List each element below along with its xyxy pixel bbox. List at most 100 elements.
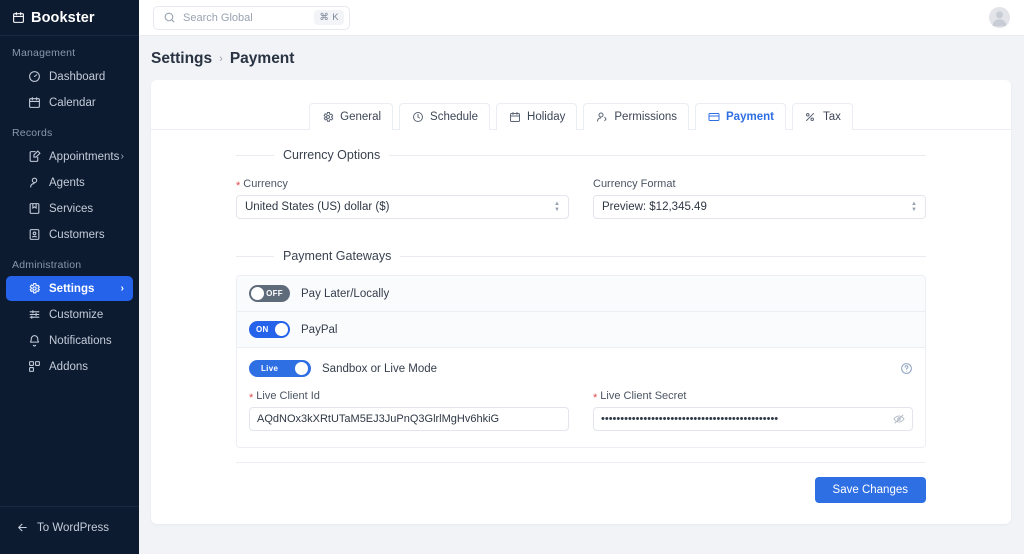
paypal-settings-panel: Live Sandbox or Live Mode * Live Client … — [237, 348, 925, 447]
sidebar-item-dashboard[interactable]: Dashboard — [6, 64, 133, 89]
eye-off-icon[interactable] — [893, 413, 905, 425]
currency-format-label: Currency Format — [593, 178, 676, 190]
percent-icon — [804, 110, 817, 123]
avatar[interactable] — [989, 7, 1010, 28]
sidebar-item-services[interactable]: Services — [6, 196, 133, 221]
sidebar-item-appointments[interactable]: Appointments › — [6, 144, 133, 169]
gauge-icon — [28, 70, 41, 83]
divider-left — [236, 255, 274, 257]
chevron-right-icon: › — [120, 151, 124, 162]
sidebar-item-label: Agents — [49, 176, 85, 189]
mode-label: Sandbox or Live Mode — [322, 362, 438, 375]
bell-icon — [28, 334, 41, 347]
sidebar-item-addons[interactable]: Addons — [6, 354, 133, 379]
note-edit-icon — [28, 150, 41, 163]
clock-icon — [411, 110, 424, 123]
currency-format-label-wrap: Currency Format — [593, 178, 926, 190]
question-circle-icon[interactable] — [900, 362, 913, 375]
stepper-arrows-icon: ▲ ▼ — [911, 200, 917, 213]
toggle-state-label: ON — [256, 325, 269, 334]
client-id-field: * Live Client Id AQdNOx3kXRtUTaM5EJ3JuPn… — [249, 390, 569, 431]
gear-icon — [28, 282, 41, 295]
tab-label: Schedule — [430, 110, 479, 123]
topbar: Search Global ⌘ K — [139, 0, 1024, 36]
breadcrumb: Settings › Payment — [139, 36, 1024, 80]
brand-logo[interactable]: Bookster — [0, 0, 139, 36]
search-input[interactable]: Search Global ⌘ K — [153, 5, 350, 30]
tab-general[interactable]: General — [309, 103, 394, 130]
currency-format-field: Currency Format Preview: $12,345.49 ▲ ▼ — [593, 178, 926, 219]
currency-format-value: Preview: $12,345.49 — [602, 201, 707, 213]
search-placeholder: Search Global — [183, 11, 253, 24]
client-id-value: AQdNOx3kXRtUTaM5EJ3JuPnQ3GlrlMgHv6hkiG — [257, 413, 500, 425]
client-secret-field: * Live Client Secret •••••••••••••••••••… — [593, 390, 913, 431]
sandbox-live-toggle[interactable]: Live — [249, 360, 311, 377]
client-secret-input[interactable]: ••••••••••••••••••••••••••••••••••••••••… — [593, 407, 913, 431]
divider-left — [236, 154, 274, 156]
sidebar-section-records: Records — [12, 127, 53, 139]
required-marker: * — [236, 179, 241, 192]
save-button[interactable]: Save Changes — [814, 477, 926, 503]
to-wordpress-link[interactable]: To WordPress — [0, 517, 139, 538]
currency-section-header: Currency Options — [236, 148, 926, 162]
sidebar-item-label: Calendar — [49, 96, 96, 109]
form-actions: Save Changes — [236, 477, 926, 503]
currency-value: United States (US) dollar ($) — [245, 201, 390, 213]
tab-label: Permissions — [614, 110, 678, 123]
currency-fields-row: * Currency United States (US) dollar ($)… — [236, 178, 926, 219]
tab-tax[interactable]: Tax — [791, 103, 853, 130]
pay-later-toggle[interactable]: OFF — [249, 285, 290, 302]
tab-label: Tax — [822, 110, 841, 123]
sidebar-item-customers[interactable]: Customers — [6, 222, 133, 247]
tab-holiday[interactable]: Holiday — [496, 103, 578, 130]
sidebar-item-agents[interactable]: Agents — [6, 170, 133, 195]
app-root: Bookster Management Dashboard Calendar R… — [0, 0, 1024, 554]
client-id-label-wrap: * Live Client Id — [249, 390, 569, 404]
tab-payment[interactable]: Payment — [695, 103, 786, 130]
divider-right — [400, 255, 926, 257]
brand-label: Bookster — [31, 9, 95, 26]
gateway-label: PayPal — [301, 323, 338, 336]
sidebar-section-administration: Administration — [12, 259, 82, 271]
arrow-left-icon — [16, 521, 29, 534]
calendar-icon — [12, 11, 25, 24]
stepper-arrows-icon: ▲ ▼ — [554, 200, 560, 213]
currency-format-select[interactable]: Preview: $12,345.49 ▲ ▼ — [593, 195, 926, 219]
sidebar-item-notifications[interactable]: Notifications — [6, 328, 133, 353]
search-icon — [163, 11, 176, 24]
calendar-icon — [508, 110, 521, 123]
mode-row: Live Sandbox or Live Mode — [249, 360, 913, 377]
credentials-row: * Live Client Id AQdNOx3kXRtUTaM5EJ3JuPn… — [249, 390, 913, 431]
section-title: Payment Gateways — [283, 249, 392, 263]
tab-permissions[interactable]: Permissions — [583, 103, 690, 130]
toggle-state-label: Live — [261, 364, 279, 373]
sidebar-item-settings[interactable]: Settings › — [6, 276, 133, 301]
client-id-input[interactable]: AQdNOx3kXRtUTaM5EJ3JuPnQ3GlrlMgHv6hkiG — [249, 407, 569, 431]
gateway-label: Pay Later/Locally — [301, 287, 390, 300]
required-marker: * — [249, 391, 254, 404]
breadcrumb-parent[interactable]: Settings — [151, 50, 212, 68]
calendar-icon — [28, 96, 41, 109]
settings-tabs: General Schedule Holiday Permissions Pay… — [151, 80, 1011, 130]
tab-schedule[interactable]: Schedule — [399, 103, 491, 130]
settings-card: General Schedule Holiday Permissions Pay… — [151, 80, 1011, 524]
sidebar-item-calendar[interactable]: Calendar — [6, 90, 133, 115]
currency-select[interactable]: United States (US) dollar ($) ▲ ▼ — [236, 195, 569, 219]
to-wordpress-label: To WordPress — [37, 521, 110, 534]
credit-card-icon — [707, 110, 720, 123]
sidebar-item-label: Customers — [49, 228, 105, 241]
sidebar-item-label: Settings — [49, 282, 95, 295]
sidebar-item-customize[interactable]: Customize — [6, 302, 133, 327]
client-secret-value: ••••••••••••••••••••••••••••••••••••••••… — [601, 413, 779, 425]
users-icon — [595, 110, 608, 123]
toggle-knob — [251, 287, 264, 300]
client-secret-label: Live Client Secret — [600, 390, 687, 402]
tab-label: Payment — [726, 110, 774, 123]
chevron-right-icon: › — [120, 283, 124, 294]
bookmark-icon — [28, 202, 41, 215]
sidebar-item-label: Notifications — [49, 334, 112, 347]
gateways-section-header: Payment Gateways — [236, 249, 926, 263]
sidebar: Bookster Management Dashboard Calendar R… — [0, 0, 139, 554]
sidebar-item-label: Dashboard — [49, 70, 106, 83]
paypal-toggle[interactable]: ON — [249, 321, 290, 338]
